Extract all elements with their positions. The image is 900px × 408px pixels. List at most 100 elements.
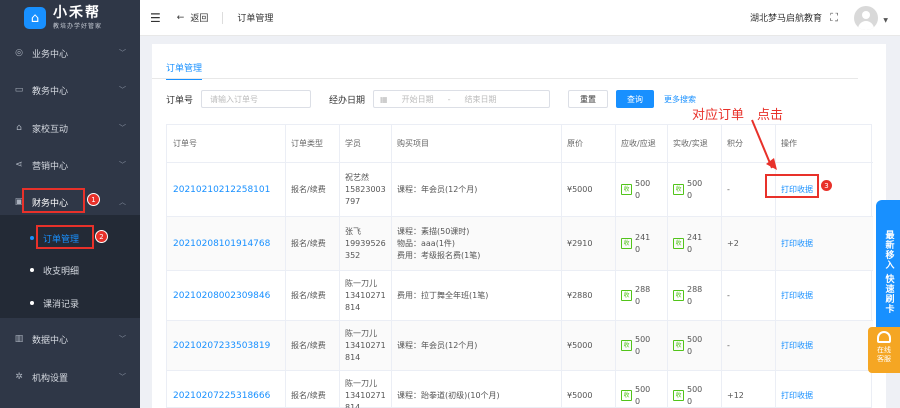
- sidebar-subitem-label: 收支明细: [43, 266, 80, 277]
- sidebar-item-academic[interactable]: ▭ 教务中心 ﹀: [0, 80, 140, 100]
- annotation-badge-2: 2: [95, 230, 108, 243]
- start-date-input[interactable]: 开始日期: [402, 94, 434, 105]
- chevron-down-icon: ﹀: [119, 161, 126, 169]
- col-header: 操作: [781, 138, 797, 148]
- sidebar-subitem-consumption[interactable]: 课消记录: [0, 293, 140, 313]
- annotation-badge-3: 3: [820, 179, 833, 192]
- chevron-down-icon: ﹀: [119, 124, 126, 132]
- sidebar-item-business[interactable]: ◎ 业务中心 ﹀: [0, 43, 140, 63]
- receive-tag: 收: [673, 340, 684, 351]
- col-header: 购买项目: [397, 138, 429, 148]
- receive-tag: 收: [673, 290, 684, 301]
- order-type: 报名/续费: [291, 238, 326, 248]
- date-range-picker[interactable]: ▦ 开始日期 - 结束日期: [373, 90, 551, 108]
- sidebar-subitem-label: 课消记录: [43, 299, 80, 310]
- sidebar-item-settings[interactable]: ✲ 机构设置 ﹀: [0, 367, 140, 387]
- chevron-down-icon: ﹀: [119, 373, 126, 381]
- order-number-link[interactable]: 20210207225318666: [173, 390, 270, 402]
- amount-due: 500 0: [635, 384, 651, 406]
- annotation-box-print: [765, 174, 819, 198]
- logo[interactable]: ⌂ 小禾帮 教培办学好管家: [0, 0, 140, 36]
- bullet-icon: [30, 268, 34, 272]
- tab-divider: [152, 78, 858, 79]
- order-no-input[interactable]: 请输入订单号: [201, 90, 312, 108]
- chevron-down-icon: ﹀: [119, 335, 126, 343]
- student: 祝艺然 15823003 797: [345, 172, 386, 206]
- print-receipt-link[interactable]: 打印收据: [781, 290, 813, 302]
- tabs: 订单管理: [166, 61, 203, 80]
- gear-icon: ✲: [15, 372, 23, 382]
- receive-tag: 收: [673, 390, 684, 401]
- student: 张飞 19939526 352: [345, 226, 386, 260]
- fullscreen-icon[interactable]: ⛶: [830, 11, 838, 25]
- purchase-items: 课程：年会员(12个月): [397, 184, 478, 194]
- reset-button[interactable]: 重置: [568, 90, 609, 108]
- quick-service-text: 最新移入 快速刷卡: [883, 230, 894, 315]
- top-bar: ☰ ← 返回 订单管理 湖北梦马启航教育 ⛶ ▼: [140, 0, 900, 36]
- sidebar-item-home-school[interactable]: ⌂ 家校互动 ﹀: [0, 118, 140, 138]
- sidebar-item-marketing[interactable]: ⋖ 营销中心 ﹀: [0, 155, 140, 175]
- col-header: 订单类型: [291, 138, 323, 148]
- quick-service-bar[interactable]: 最新移入 快速刷卡: [876, 200, 900, 340]
- order-number-link[interactable]: 20210210212258101: [173, 184, 270, 196]
- menu-fold-icon[interactable]: ☰: [150, 11, 161, 25]
- annotation-box-orders: [36, 225, 94, 249]
- order-type: 报名/续费: [291, 340, 326, 350]
- more-search-link[interactable]: 更多搜索: [664, 94, 696, 105]
- points: +12: [727, 390, 744, 400]
- sidebar-item-label: 营销中心: [32, 161, 69, 172]
- end-date-input[interactable]: 结束日期: [464, 94, 496, 105]
- online-service-button[interactable]: 在线 客服: [868, 327, 900, 373]
- query-button[interactable]: 查询: [616, 90, 655, 108]
- sidebar-subitem-income-expense[interactable]: 收支明细: [0, 260, 140, 280]
- page-title: 订单管理: [237, 14, 274, 24]
- receive-tag: 收: [673, 184, 684, 195]
- order-type: 报名/续费: [291, 184, 326, 194]
- order-number-link[interactable]: 20210208002309846: [173, 290, 270, 302]
- col-header: 订单号: [173, 138, 197, 148]
- points: +2: [727, 238, 739, 248]
- original-price: ¥2880: [567, 290, 593, 300]
- sidebar-item-data[interactable]: ▥ 数据中心 ﹀: [0, 329, 140, 349]
- annotation-text-order: 对应订单: [692, 108, 745, 123]
- order-type: 报名/续费: [291, 390, 326, 400]
- back-button[interactable]: ← 返回: [177, 11, 209, 25]
- table-row: 20210208002309846 报名/续费 陈一刀儿 13410271 814 费…: [167, 271, 873, 321]
- order-number-link[interactable]: 20210207233503819: [173, 340, 270, 352]
- col-header: 实收/实退: [673, 138, 708, 148]
- original-price: ¥2910: [567, 238, 593, 248]
- order-number-link[interactable]: 20210208101914768: [173, 238, 270, 250]
- amount-paid: 288 0: [687, 284, 703, 306]
- bullet-icon: [30, 301, 34, 305]
- receive-tag: 收: [621, 290, 632, 301]
- annotation-arrow: [751, 119, 777, 170]
- chevron-down-icon: ﹀: [119, 86, 126, 94]
- amount-due: 288 0: [635, 284, 651, 306]
- order-no-label: 订单号: [166, 95, 194, 106]
- chevron-down-icon: ﹀: [119, 49, 126, 57]
- amount-due: 500 0: [635, 334, 651, 356]
- org-name[interactable]: 湖北梦马启航教育: [750, 11, 822, 24]
- sidebar-item-label: 数据中心: [32, 335, 69, 346]
- amount-paid: 500 0: [687, 178, 703, 200]
- col-header: 学员: [345, 138, 361, 148]
- bullet-icon: [30, 236, 34, 240]
- table-row: 20210208101914768 报名/续费 张飞 19939526 352 课程：…: [167, 217, 873, 271]
- caret-down-icon[interactable]: ▼: [883, 17, 888, 24]
- logo-title: 小禾帮: [53, 5, 101, 21]
- sidebar-item-label: 教务中心: [32, 86, 69, 97]
- print-receipt-link[interactable]: 打印收据: [781, 340, 813, 352]
- print-receipt-link[interactable]: 打印收据: [781, 238, 813, 250]
- purchase-items: 课程：素描(50课时) 物品：aaa(1件) 费用：考级报名费(1笔): [397, 226, 481, 260]
- amount-paid: 241 0: [687, 232, 703, 254]
- divider: [222, 11, 224, 24]
- avatar[interactable]: [854, 6, 878, 30]
- sidebar-item-label: 业务中心: [32, 49, 69, 60]
- logo-subtitle: 教培办学好管家: [53, 23, 103, 30]
- online-service-label: 在线 客服: [877, 346, 891, 363]
- receive-tag: 收: [621, 184, 632, 195]
- print-receipt-link[interactable]: 打印收据: [781, 390, 813, 402]
- col-header: 原价: [567, 138, 583, 148]
- receive-tag: 收: [621, 238, 632, 249]
- table-row: 20210207225318666 报名/续费 陈一刀儿 13410271 814 课…: [167, 371, 873, 408]
